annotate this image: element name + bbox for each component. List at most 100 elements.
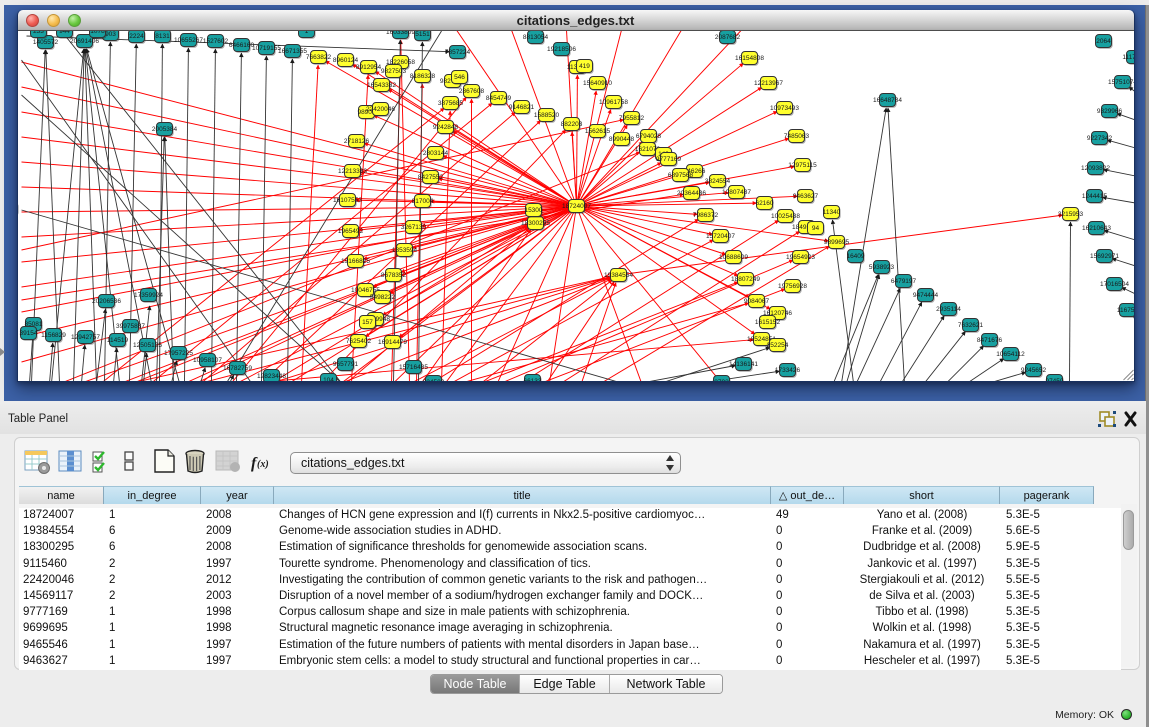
svg-text:1588520: 1588520 bbox=[533, 112, 559, 119]
svg-text:20364436: 20364436 bbox=[677, 190, 706, 197]
svg-text:18807249: 18807249 bbox=[731, 276, 760, 283]
svg-text:1405572: 1405572 bbox=[32, 39, 58, 46]
svg-text:18300295: 18300295 bbox=[521, 220, 550, 227]
svg-text:17359924: 17359924 bbox=[134, 292, 163, 299]
svg-text:10961758: 10961758 bbox=[599, 99, 628, 106]
svg-text:9463627: 9463627 bbox=[792, 193, 818, 200]
svg-text:9329966: 9329966 bbox=[1096, 108, 1122, 115]
svg-text:15692971: 15692971 bbox=[1090, 253, 1119, 260]
svg-text:7625402: 7625402 bbox=[345, 338, 371, 345]
svg-text:8454749: 8454749 bbox=[485, 95, 511, 102]
svg-text:6466160: 6466160 bbox=[228, 42, 254, 49]
svg-text:944: 944 bbox=[59, 31, 70, 35]
svg-text:7857224: 7857224 bbox=[444, 49, 470, 56]
svg-text:16409: 16409 bbox=[846, 253, 864, 260]
svg-text:66133: 66133 bbox=[523, 378, 541, 381]
svg-text:5938923: 5938923 bbox=[868, 264, 894, 271]
svg-text:12213967: 12213967 bbox=[754, 80, 783, 87]
svg-text:16914479: 16914479 bbox=[378, 339, 407, 346]
svg-text:1733426: 1733426 bbox=[774, 367, 800, 374]
svg-text:7663822: 7663822 bbox=[305, 54, 331, 61]
svg-text:19654923: 19654923 bbox=[786, 254, 815, 261]
svg-text:7485063: 7485063 bbox=[783, 133, 809, 140]
svg-text:94: 94 bbox=[811, 225, 819, 232]
svg-text:6794028: 6794028 bbox=[635, 133, 661, 140]
svg-text:12823448: 12823448 bbox=[257, 373, 286, 380]
svg-text:1244415: 1244415 bbox=[1081, 193, 1107, 200]
svg-text:10958107: 10958107 bbox=[193, 357, 222, 364]
svg-text:8990448: 8990448 bbox=[608, 136, 634, 143]
svg-text:817004: 817004 bbox=[411, 198, 433, 205]
svg-text:10688609: 10688609 bbox=[719, 254, 748, 261]
svg-text:19756928: 19756928 bbox=[778, 283, 807, 290]
svg-text:9084067: 9084067 bbox=[743, 298, 769, 305]
svg-text:9657791: 9657791 bbox=[332, 361, 358, 368]
svg-text:8793: 8793 bbox=[714, 379, 729, 381]
svg-text:3824554: 3824554 bbox=[704, 178, 730, 185]
svg-text:9242848: 9242848 bbox=[432, 124, 458, 131]
svg-text:882203: 882203 bbox=[560, 121, 582, 128]
svg-text:16648784: 16648784 bbox=[873, 97, 902, 104]
svg-text:39975887: 39975887 bbox=[116, 323, 145, 330]
svg-text:7955812: 7955812 bbox=[618, 115, 644, 122]
svg-text:6897568: 6897568 bbox=[667, 172, 693, 179]
svg-text:9474444: 9474444 bbox=[912, 292, 938, 299]
svg-text:12093822: 12093822 bbox=[1081, 165, 1110, 172]
svg-text:252254: 252254 bbox=[766, 342, 788, 349]
svg-text:17016504: 17016504 bbox=[1100, 281, 1129, 288]
svg-text:233: 233 bbox=[33, 31, 44, 35]
svg-text:10973493: 10973493 bbox=[770, 105, 799, 112]
svg-text:9827503: 9827503 bbox=[380, 68, 406, 75]
svg-text:104: 104 bbox=[323, 377, 334, 381]
svg-text:22420046: 22420046 bbox=[366, 106, 395, 113]
svg-text:9777169: 9777169 bbox=[655, 156, 681, 163]
svg-text:18724007: 18724007 bbox=[562, 203, 591, 210]
svg-text:9245652: 9245652 bbox=[1020, 367, 1046, 374]
svg-text:2087682: 2087682 bbox=[714, 34, 740, 41]
svg-text:8912954: 8912954 bbox=[355, 64, 381, 71]
svg-text:8471676: 8471676 bbox=[976, 337, 1002, 344]
svg-text:10654112: 10654112 bbox=[996, 351, 1025, 358]
svg-text:16154808: 16154808 bbox=[735, 55, 764, 62]
svg-text:16210643: 16210643 bbox=[1082, 225, 1111, 232]
svg-text:16782759: 16782759 bbox=[223, 365, 252, 372]
svg-text:15716485: 15716485 bbox=[399, 364, 428, 371]
svg-text:546: 546 bbox=[454, 74, 465, 81]
svg-text:1562615: 1562615 bbox=[584, 128, 610, 135]
svg-text:10025438: 10025438 bbox=[771, 213, 800, 220]
svg-text:16033809: 16033809 bbox=[386, 31, 415, 36]
svg-text:1156829: 1156829 bbox=[41, 332, 66, 339]
svg-text:8186328: 8186328 bbox=[409, 73, 435, 80]
svg-text:2935114: 2935114 bbox=[936, 306, 961, 313]
svg-text:15751074: 15751074 bbox=[1108, 79, 1134, 86]
svg-text:14136141: 14136141 bbox=[729, 361, 758, 368]
svg-text:15720407: 15720407 bbox=[706, 233, 735, 240]
svg-text:8960124: 8960124 bbox=[332, 57, 358, 64]
svg-text:12505135: 12505135 bbox=[133, 342, 162, 349]
svg-text:20691406: 20691406 bbox=[70, 38, 99, 45]
svg-text:116753: 116753 bbox=[1116, 307, 1133, 314]
svg-text:9899695: 9899695 bbox=[823, 239, 849, 246]
svg-text:5498222: 5498222 bbox=[369, 294, 395, 301]
svg-text:16671355: 16671355 bbox=[278, 48, 307, 55]
svg-text:2005384: 2005384 bbox=[151, 126, 177, 133]
svg-text:3875685: 3875685 bbox=[437, 100, 463, 107]
svg-text:924502: 924502 bbox=[422, 379, 444, 381]
svg-text:903: 903 bbox=[105, 31, 116, 38]
svg-text:114519: 114519 bbox=[106, 337, 128, 344]
svg-text:2064: 2064 bbox=[1096, 38, 1111, 45]
svg-text:2803144: 2803144 bbox=[422, 150, 448, 157]
svg-text:12942757: 12942757 bbox=[71, 334, 100, 341]
svg-text:19166825: 19166825 bbox=[341, 258, 370, 265]
svg-text:19218506: 19218506 bbox=[547, 46, 576, 53]
svg-text:9146821: 9146821 bbox=[508, 104, 534, 111]
svg-text:8131: 8131 bbox=[155, 33, 170, 40]
svg-text:10719155: 10719155 bbox=[252, 45, 281, 52]
svg-text:5151: 5151 bbox=[415, 31, 430, 38]
svg-text:2867608: 2867608 bbox=[458, 88, 484, 95]
svg-text:8813054: 8813054 bbox=[522, 34, 548, 41]
svg-text:3215953: 3215953 bbox=[1057, 211, 1083, 218]
svg-text:15640910: 15640910 bbox=[583, 80, 612, 87]
svg-text:39154: 39154 bbox=[19, 330, 37, 337]
svg-text:1078: 1078 bbox=[90, 31, 105, 35]
